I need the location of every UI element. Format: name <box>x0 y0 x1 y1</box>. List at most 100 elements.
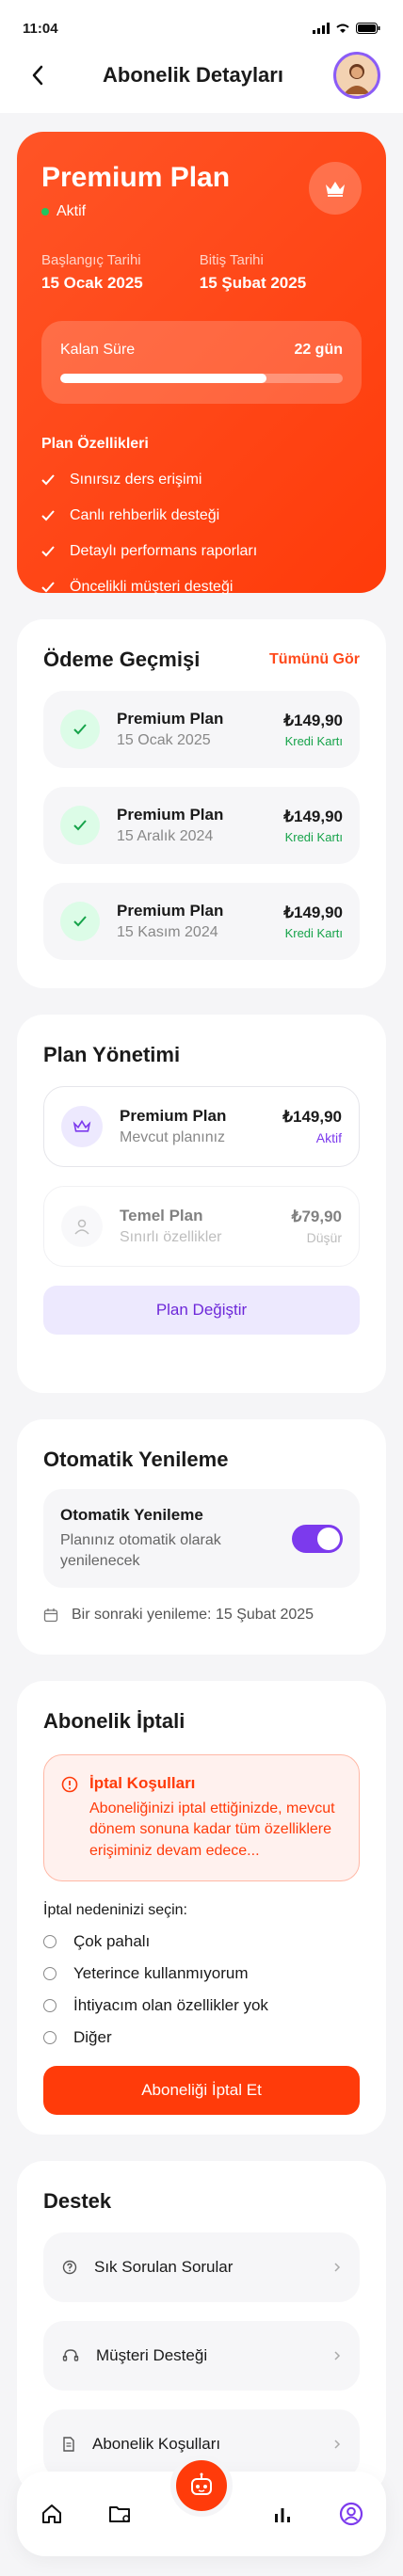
radio-button[interactable] <box>43 2031 56 2045</box>
payment-check-badge <box>60 902 100 941</box>
remaining-label: Kalan Süre <box>60 342 136 358</box>
bottom-navigation <box>17 2455 386 2556</box>
cancel-subscription-button[interactable]: Aboneliği İptal Et <box>43 2066 360 2116</box>
plan-management-card: Plan Yönetimi Premium Plan Mevcut planın… <box>17 1015 386 1393</box>
payment-check-badge <box>60 806 100 845</box>
payment-date: 15 Kasım 2024 <box>117 924 218 940</box>
start-date: Başlangıç Tarihi 15 Ocak 2025 <box>41 252 143 293</box>
nav-profile[interactable] <box>332 2495 370 2533</box>
support-title: Destek <box>43 2189 112 2213</box>
chevron-right-icon <box>334 2351 341 2360</box>
cancel-warning-title: İptal Koşulları <box>89 1774 196 1792</box>
payment-date: 15 Ocak 2025 <box>117 732 211 748</box>
payment-name: Premium Plan <box>117 902 224 920</box>
check-icon <box>73 724 87 735</box>
feature-text: Detaylı performans raporları <box>70 543 258 559</box>
nav-home[interactable] <box>33 2495 71 2533</box>
status-dot-icon <box>41 208 49 216</box>
support-item-faq[interactable]: Sık Sorulan Sorular <box>43 2232 360 2302</box>
payment-date: 15 Aralık 2024 <box>117 828 214 844</box>
check-icon <box>73 820 87 831</box>
crown-icon <box>326 182 345 197</box>
features-title: Plan Özellikleri <box>41 436 149 452</box>
support-label: Sık Sorulan Sorular <box>94 2258 234 2276</box>
payment-name: Premium Plan <box>117 806 224 824</box>
status-text: Aktif <box>56 203 87 219</box>
end-date-label: Bitiş Tarihi <box>199 252 264 268</box>
plan-right: ₺79,90 Düşür <box>292 1208 342 1245</box>
support-item-customer[interactable]: Müşteri Desteği <box>43 2321 360 2391</box>
plan-desc: Mevcut planınız <box>120 1129 226 1145</box>
see-all-link[interactable]: Tümünü Gör <box>269 651 360 668</box>
payment-name: Premium Plan <box>117 710 224 728</box>
plan-dates: Başlangıç Tarihi 15 Ocak 2025 Bitiş Tari… <box>41 252 362 293</box>
plan-option-premium[interactable]: Premium Plan Mevcut planınız ₺149,90 Akt… <box>43 1086 360 1167</box>
auto-renewal-toggle[interactable] <box>292 1524 343 1553</box>
feature-text: Sınırsız ders erişimi <box>70 472 202 488</box>
payment-item[interactable]: Premium Plan 15 Aralık 2024 ₺149,90 Kred… <box>43 787 360 864</box>
profile-icon <box>340 2502 363 2526</box>
remaining-progress-bar <box>60 374 343 383</box>
remaining-progress-fill <box>60 374 266 383</box>
payment-method: Kredi Kartı <box>284 925 343 940</box>
cancel-reason-option[interactable]: İhtiyacım olan özellikler yok <box>43 1996 360 2015</box>
plan-option-basic[interactable]: Temel Plan Sınırlı özellikler ₺79,90 Düş… <box>43 1186 360 1267</box>
radio-button[interactable] <box>43 1999 56 2013</box>
wifi-icon <box>336 24 349 33</box>
back-button[interactable] <box>23 60 53 90</box>
plan-desc: Sınırlı özellikler <box>120 1229 222 1245</box>
reason-text: İhtiyacım olan özellikler yok <box>73 1996 268 2015</box>
nav-ai-assistant[interactable] <box>169 2455 233 2517</box>
check-icon <box>73 916 87 927</box>
payment-text: Premium Plan 15 Aralık 2024 <box>117 806 283 845</box>
end-date: Bitiş Tarihi 15 Şubat 2025 <box>200 252 306 293</box>
payment-method: Kredi Kartı <box>284 733 343 748</box>
check-icon <box>41 582 55 593</box>
status-icons <box>313 23 380 34</box>
feature-item: Canlı rehberlik desteği <box>41 507 362 524</box>
nav-folders[interactable] <box>102 2495 139 2533</box>
alert-icon <box>61 1776 78 1793</box>
reason-text: Çok pahalı <box>73 1932 151 1951</box>
check-icon <box>41 510 55 521</box>
radio-button[interactable] <box>43 1967 56 1981</box>
crown-badge <box>309 162 362 215</box>
toggle-knob <box>317 1527 340 1550</box>
plan-price: ₺149,90 <box>282 1108 342 1126</box>
payment-right: ₺149,90 Kredi Kartı <box>283 808 343 844</box>
nav-stats[interactable] <box>264 2495 301 2533</box>
cancel-reason-option[interactable]: Yeterince kullanmıyorum <box>43 1964 360 1983</box>
support-card: Destek Sık Sorulan Sorular Müşteri Deste… <box>17 2161 386 2494</box>
plan-icon-badge <box>61 1206 103 1247</box>
radio-button[interactable] <box>43 1935 56 1949</box>
chevron-right-icon <box>334 2263 341 2272</box>
document-icon <box>63 2437 74 2452</box>
change-plan-button[interactable]: Plan Değiştir <box>43 1286 360 1335</box>
next-renewal-text: Bir sonraki yenileme: 15 Şubat 2025 <box>72 1607 314 1624</box>
cancel-warning-text: İptal Koşulları Aboneliğinizi iptal etti… <box>89 1774 342 1862</box>
payment-history-header: Ödeme Geçmişi Tümünü Gör <box>43 648 360 672</box>
remaining-value: 22 gün <box>294 342 343 358</box>
cancel-warning-body: Aboneliğinizi iptal ettiğinizde, mevcut … <box>89 1800 335 1859</box>
plan-badge: Aktif <box>315 1130 342 1145</box>
plan-management-title: Plan Yönetimi <box>43 1043 181 1066</box>
auto-renewal-box: Otomatik Yenileme Planınız otomatik olar… <box>43 1489 360 1589</box>
payment-history-title: Ödeme Geçmişi <box>43 648 201 671</box>
plan-badge: Düşür <box>306 1230 342 1245</box>
cancel-reason-option[interactable]: Diğer <box>43 2028 360 2047</box>
auto-renewal-box-sub: Planınız otomatik olarak yenilenecek <box>60 1532 221 1569</box>
payment-item[interactable]: Premium Plan 15 Ocak 2025 ₺149,90 Kredi … <box>43 691 360 768</box>
reason-text: Yeterince kullanmıyorum <box>73 1964 249 1983</box>
user-avatar-icon <box>343 64 370 94</box>
cancel-reason-option[interactable]: Çok pahalı <box>43 1932 360 1951</box>
cancel-title: Abonelik İptali <box>43 1709 185 1733</box>
avatar[interactable] <box>332 52 380 99</box>
start-date-value: 15 Ocak 2025 <box>41 274 143 292</box>
plan-icon-badge <box>61 1106 103 1147</box>
payment-amount: ₺149,90 <box>283 807 343 825</box>
payment-item[interactable]: Premium Plan 15 Kasım 2024 ₺149,90 Kredi… <box>43 883 360 960</box>
cancel-warning-box: İptal Koşulları Aboneliğinizi iptal etti… <box>43 1754 360 1882</box>
crown-icon <box>73 1119 91 1132</box>
payment-amount: ₺149,90 <box>283 711 343 729</box>
feature-item: Sınırsız ders erişimi <box>41 472 362 488</box>
